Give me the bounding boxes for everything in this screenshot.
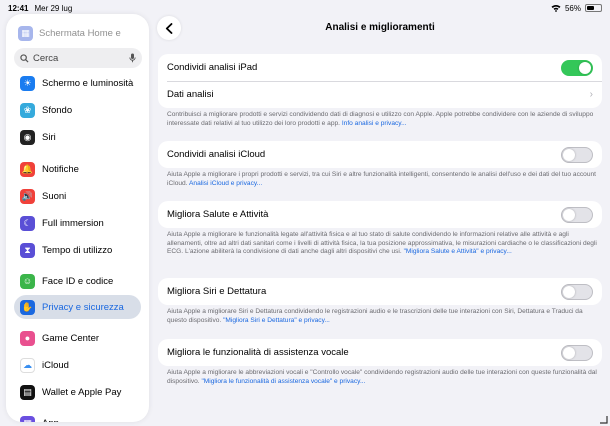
sidebar-item-wallet[interactable]: ▤ Wallet e Apple Pay <box>14 380 141 404</box>
footer-note: Aiuta Apple a migliorare Siri e Dettatur… <box>167 308 597 325</box>
microphone-icon[interactable] <box>129 53 136 63</box>
sidebar-item-label: Schermo e luminosità <box>42 77 134 89</box>
sidebar-item-apps[interactable]: ▦ App <box>14 411 141 422</box>
search-placeholder: Cerca <box>33 52 59 64</box>
settings-group: Migliora Salute e Attività <box>158 201 602 228</box>
search-field[interactable]: Cerca <box>14 48 142 68</box>
main-panel: Analisi e miglioramenti Condividi analis… <box>150 0 610 426</box>
toggle-row[interactable]: Condividi analisi iCloud <box>158 141 602 168</box>
footer-note: Aiuta Apple a migliorare le abbreviazion… <box>167 369 597 386</box>
footer-note: Aiuta Apple a migliorare le funzionalità… <box>167 231 597 257</box>
toggle-knob <box>563 208 575 221</box>
toggle-knob <box>563 346 575 359</box>
sidebar-item-label: Siri <box>42 131 56 143</box>
toggle-row[interactable]: Condividi analisi iPad <box>158 54 602 81</box>
moon-icon: ☾ <box>20 215 35 231</box>
sidebar-item-label: iCloud <box>42 359 69 371</box>
sidebar-item-label: Notifiche <box>42 163 79 175</box>
navigation-row[interactable]: Dati analisi › <box>158 81 602 108</box>
hand-icon: ✋ <box>20 299 35 315</box>
flower-icon: ❀ <box>20 102 35 118</box>
settings-group: Migliora le funzionalità di assistenza v… <box>158 339 602 366</box>
row-label: Dati analisi <box>167 89 214 100</box>
row-label: Migliora Salute e Attività <box>167 209 269 220</box>
corner-indicator-icon <box>600 416 608 424</box>
toggle-knob <box>579 61 591 74</box>
sidebar-item-label: Tempo di utilizzo <box>42 244 113 256</box>
toggle-switch[interactable] <box>561 146 593 163</box>
sidebar-item-hourglass[interactable]: ⧗ Tempo di utilizzo <box>14 238 141 262</box>
footer-note-link[interactable]: Analisi iCloud e privacy... <box>189 180 262 187</box>
game-center-icon: ● <box>20 330 35 346</box>
page-title: Analisi e miglioramenti <box>325 22 435 33</box>
speaker-icon: 🔊 <box>20 188 35 204</box>
apps-icon: ▦ <box>20 415 35 422</box>
footer-note-text: Aiuta Apple a migliorare le funzionalità… <box>167 231 597 255</box>
status-time: 12:41 <box>8 3 29 13</box>
face-id-icon: ☺ <box>20 273 35 289</box>
row-label: Condividi analisi iCloud <box>167 149 266 160</box>
footer-note: Aiuta Apple a migliorare i propri prodot… <box>167 171 597 188</box>
wallet-icon: ▤ <box>20 384 35 400</box>
sidebar-item-label: Face ID e codice <box>42 275 114 287</box>
sidebar-item-moon[interactable]: ☾ Full immersion <box>14 211 141 235</box>
sidebar-item-home-screen[interactable]: ▦ Schermata Home e <box>18 26 121 41</box>
footer-note-link[interactable]: "Migliora Salute e Attività" e privacy..… <box>404 248 512 255</box>
search-icon <box>20 53 29 63</box>
sidebar-item-label: Game Center <box>42 332 100 344</box>
toggle-row[interactable]: Migliora Salute e Attività <box>158 201 602 228</box>
footer-note-link[interactable]: "Migliora Siri e Dettatura" e privacy... <box>223 317 330 324</box>
row-label: Migliora le funzionalità di assistenza v… <box>167 347 349 358</box>
bell-icon: 🔔 <box>20 161 35 177</box>
row-label: Migliora Siri e Dettatura <box>167 286 267 297</box>
toggle-knob <box>563 148 575 161</box>
sidebar: ▦ Schermata Home e Cerca ☀ Schermo e lumi… <box>6 14 149 422</box>
sidebar-item-sun[interactable]: ☀ Schermo e luminosità <box>14 71 141 95</box>
toggle-row[interactable]: Migliora Siri e Dettatura <box>158 278 602 305</box>
toggle-switch[interactable] <box>561 59 593 76</box>
sidebar-item-flower[interactable]: ❀ Sfondo <box>14 98 141 122</box>
sidebar-item-bell[interactable]: 🔔 Notifiche <box>14 157 141 181</box>
sidebar-item-hand[interactable]: ✋ Privacy e sicurezza <box>14 295 141 319</box>
sidebar-item-label: App <box>42 418 59 423</box>
home-screen-icon: ▦ <box>18 26 33 41</box>
footer-note: Contribuisci a migliorare prodotti e ser… <box>167 111 597 128</box>
sidebar-item-speaker[interactable]: 🔊 Suoni <box>14 184 141 208</box>
settings-group: Condividi analisi iCloud <box>158 141 602 168</box>
settings-group: Condividi analisi iPad Dati analisi › <box>158 54 602 108</box>
sidebar-item-label: Wallet e Apple Pay <box>42 386 122 398</box>
siri-icon: ◉ <box>20 129 35 145</box>
settings-group: Migliora Siri e Dettatura <box>158 278 602 305</box>
row-label: Condividi analisi iPad <box>167 62 258 73</box>
sidebar-item-label: Sfondo <box>42 104 73 116</box>
footer-note-link[interactable]: Info analisi e privacy... <box>342 120 407 127</box>
cloud-icon: ☁ <box>20 357 35 373</box>
sidebar-item-game-center[interactable]: ● Game Center <box>14 326 141 350</box>
toggle-switch[interactable] <box>561 206 593 223</box>
hourglass-icon: ⧗ <box>20 242 35 258</box>
sun-icon: ☀ <box>20 75 35 91</box>
sidebar-item-face-id[interactable]: ☺ Face ID e codice <box>14 269 141 293</box>
sidebar-item-label: Schermata Home e <box>39 28 121 39</box>
sidebar-item-cloud[interactable]: ☁ iCloud <box>14 353 141 377</box>
sidebar-item-siri[interactable]: ◉ Siri <box>14 125 141 149</box>
chevron-right-icon: › <box>589 89 593 100</box>
toggle-switch[interactable] <box>561 344 593 361</box>
toggle-row[interactable]: Migliora le funzionalità di assistenza v… <box>158 339 602 366</box>
toggle-switch[interactable] <box>561 283 593 300</box>
status-date: Mer 29 lug <box>34 3 73 13</box>
footer-note-link[interactable]: "Migliora le funzionalità di assistenza … <box>201 378 365 385</box>
sidebar-item-label: Full immersion <box>42 217 104 229</box>
toggle-knob <box>563 285 575 298</box>
sidebar-item-label: Privacy e sicurezza <box>42 301 124 313</box>
sidebar-item-label: Suoni <box>42 190 67 202</box>
